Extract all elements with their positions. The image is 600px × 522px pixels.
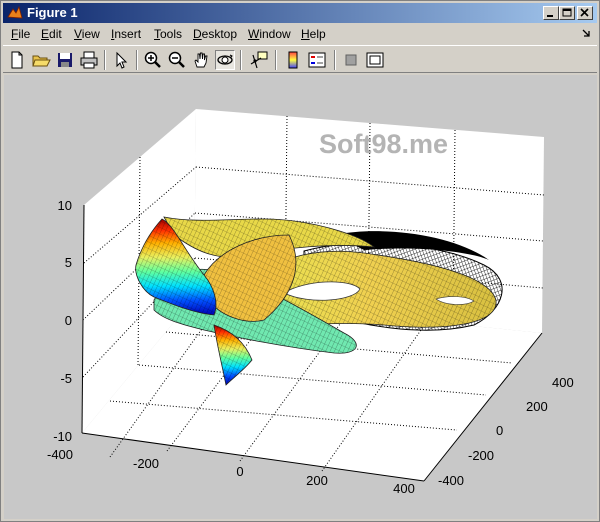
data-cursor-button[interactable]: [249, 50, 269, 70]
menu-view[interactable]: View: [74, 27, 100, 42]
watermark-text: Soft98.me: [319, 129, 449, 159]
z-tick-label: 5: [65, 255, 72, 270]
rotate-3d-icon: [217, 54, 233, 65]
zoom-in-icon: [144, 51, 161, 68]
minimize-button[interactable]: [543, 6, 559, 20]
new-figure-button[interactable]: [7, 50, 27, 70]
legend-icon: [308, 52, 326, 68]
menu-bar: File Edit View Insert Tools Desktop Wind…: [3, 25, 597, 44]
show-plot-tools-button[interactable]: [365, 50, 385, 70]
matlab-icon: [7, 5, 23, 19]
maximize-button[interactable]: [559, 6, 575, 20]
arrow-pointer-icon: [116, 51, 128, 69]
edit-plot-button[interactable]: [111, 50, 131, 70]
pan-button[interactable]: [191, 50, 211, 70]
close-button[interactable]: [577, 6, 593, 20]
folder-open-icon: [32, 55, 51, 67]
hide-plot-tools-button[interactable]: [341, 50, 361, 70]
x-tick-label: 200: [306, 473, 328, 488]
z-axis-ticks: 10 5 0 -5 -10: [53, 198, 72, 444]
y-tick-label: 200: [526, 399, 548, 414]
y-tick-label: 0: [496, 423, 503, 438]
show-plot-tools-icon: [366, 52, 384, 68]
dock-arrow-icon[interactable]: [581, 28, 591, 40]
title-bar[interactable]: Figure 1: [3, 3, 597, 23]
hide-plot-tools-icon: [345, 54, 357, 66]
menu-insert[interactable]: Insert: [111, 27, 141, 42]
z-tick-label: -5: [60, 371, 72, 386]
colorbar-icon: [288, 51, 298, 69]
toolbar-separator: [240, 50, 242, 70]
menu-file[interactable]: File: [11, 27, 30, 42]
z-tick-label: -10: [53, 429, 72, 444]
y-tick-label: 400: [552, 375, 574, 390]
toolbar-separator: [275, 50, 277, 70]
figure-window: Figure 1 File Edit View Insert Tools Des…: [0, 0, 600, 522]
z-tick-label: 0: [65, 313, 72, 328]
y-tick-label: -400: [438, 473, 464, 488]
open-file-button[interactable]: [31, 50, 51, 70]
rotate-3d-button[interactable]: [215, 50, 235, 70]
window-title: Figure 1: [27, 5, 78, 20]
x-tick-label: -400: [47, 447, 73, 462]
data-cursor-icon: [250, 51, 268, 69]
zoom-in-button[interactable]: [143, 50, 163, 70]
toolbar-separator: [104, 50, 106, 70]
x-tick-label: -200: [133, 456, 159, 471]
insert-legend-button[interactable]: [307, 50, 327, 70]
menu-edit[interactable]: Edit: [41, 27, 62, 42]
printer-icon: [80, 51, 98, 69]
axes-3d[interactable]: 10 5 0 -5 -10 -400 -200 0 200 400 400 20…: [4, 75, 597, 519]
y-tick-label: -200: [468, 448, 494, 463]
menu-tools[interactable]: Tools: [154, 27, 182, 42]
menu-help[interactable]: Help: [301, 27, 326, 42]
z-tick-label: 10: [58, 198, 72, 213]
figure-canvas[interactable]: 10 5 0 -5 -10 -400 -200 0 200 400 400 20…: [4, 75, 597, 519]
save-icon: [58, 53, 72, 67]
toolbar-separator: [334, 50, 336, 70]
x-tick-label: 400: [393, 481, 415, 496]
x-tick-label: 0: [236, 464, 243, 479]
zoom-out-icon: [168, 51, 185, 68]
print-figure-button[interactable]: [79, 50, 99, 70]
close-icon: [580, 8, 589, 17]
menu-desktop[interactable]: Desktop: [193, 27, 237, 42]
maximize-icon: [562, 8, 572, 17]
save-figure-button[interactable]: [55, 50, 75, 70]
new-file-icon: [11, 51, 23, 69]
figure-toolbar: [3, 45, 597, 73]
insert-colorbar-button[interactable]: [283, 50, 303, 70]
toolbar-separator: [136, 50, 138, 70]
menu-window[interactable]: Window: [248, 27, 291, 42]
zoom-out-button[interactable]: [167, 50, 187, 70]
hand-icon: [194, 52, 208, 68]
minimize-icon: [547, 15, 553, 17]
